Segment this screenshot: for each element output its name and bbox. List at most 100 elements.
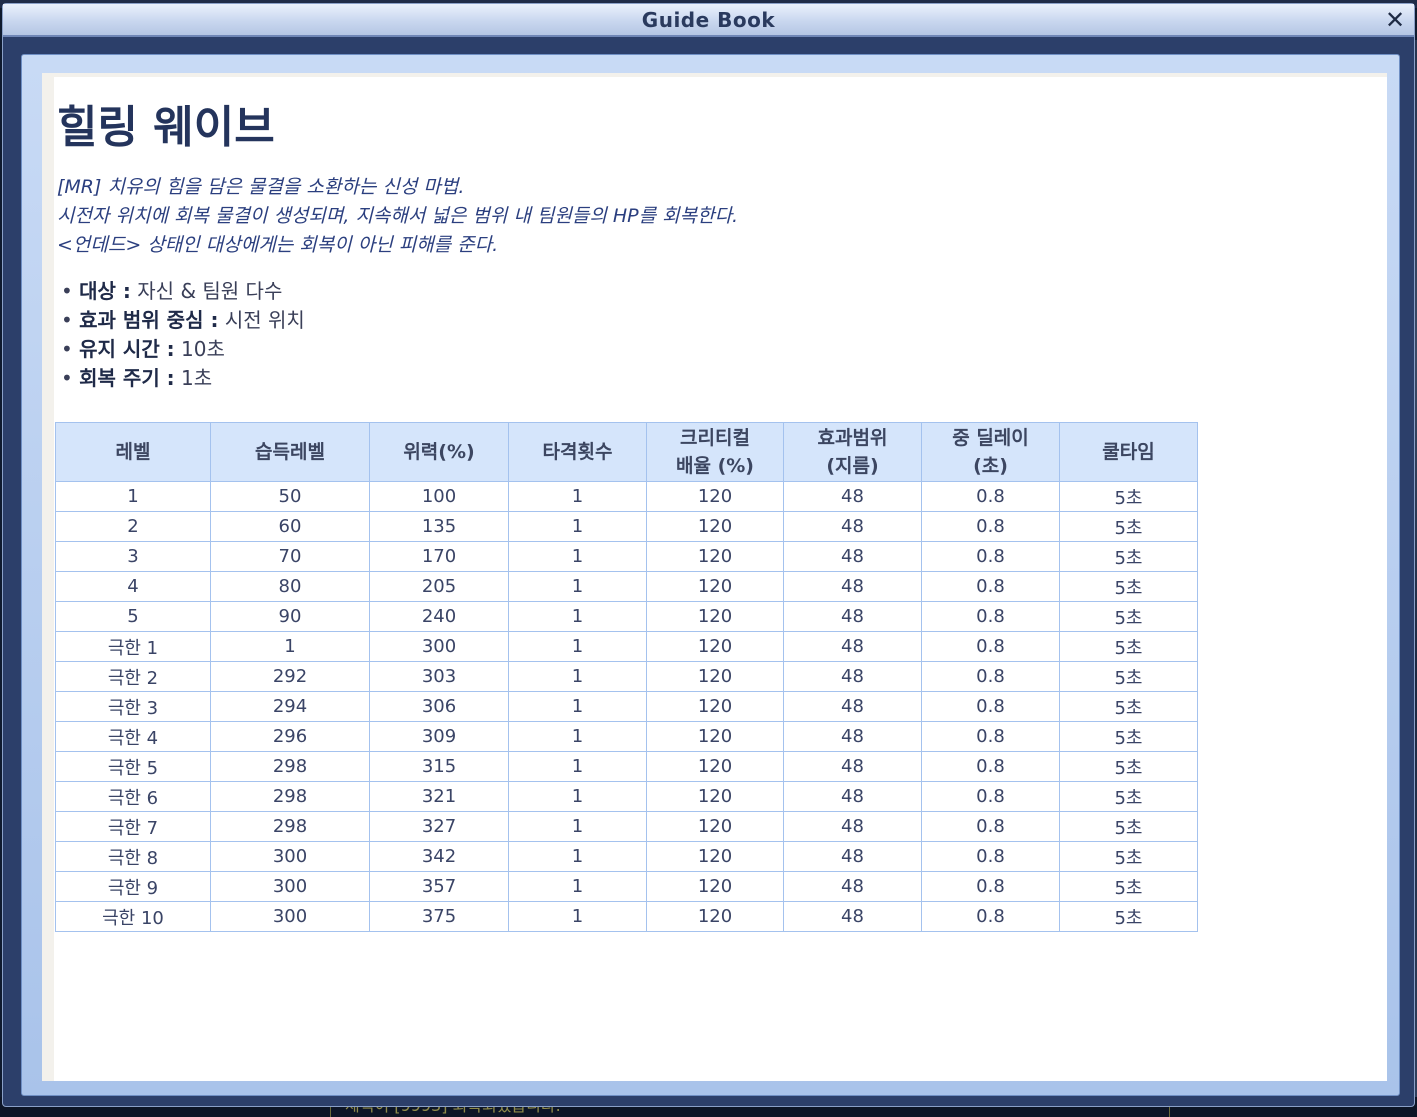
table-cell: 5초 xyxy=(1059,511,1198,542)
table-cell: 309 xyxy=(369,721,509,752)
table-cell: 1 xyxy=(508,901,647,932)
table-cell: 120 xyxy=(646,511,784,542)
table-cell: 1 xyxy=(508,631,647,662)
skill-level-table: 레벨 습득레벨 위력(%) 타격횟수 크리티컬 배율 (%) 효과범위 (지름) 중 딜레이 (초… xyxy=(55,422,1198,932)
table-cell: 극한 9 xyxy=(55,871,211,902)
table-cell: 극한 2 xyxy=(55,661,211,692)
table-cell: 327 xyxy=(369,811,509,842)
table-cell: 48 xyxy=(783,691,922,722)
window-title: Guide Book xyxy=(641,8,776,32)
table-cell: 0.8 xyxy=(921,481,1060,512)
info-key: 대상 : xyxy=(79,279,131,303)
column-header: 타격횟수 xyxy=(508,422,647,482)
table-cell: 48 xyxy=(783,481,922,512)
table-row: 1 50 100 1 120 48 0.8 5초 xyxy=(55,481,1198,512)
table-cell: 48 xyxy=(783,571,922,602)
table-cell: 1 xyxy=(508,511,647,542)
table-cell: 1 xyxy=(508,721,647,752)
table-cell: 극한 4 xyxy=(55,721,211,752)
table-cell: 1 xyxy=(55,481,211,512)
table-cell: 1 xyxy=(508,541,647,572)
table-cell: 48 xyxy=(783,781,922,812)
table-cell: 48 xyxy=(783,541,922,572)
table-cell: 48 xyxy=(783,511,922,542)
table-cell: 1 xyxy=(508,691,647,722)
info-item-interval: • 회복 주기 : 1초 xyxy=(61,366,213,390)
table-cell: 300 xyxy=(210,841,370,872)
table-cell: 50 xyxy=(210,481,370,512)
table-cell: 5초 xyxy=(1059,661,1198,692)
table-cell: 5초 xyxy=(1059,691,1198,722)
table-cell: 4 xyxy=(55,571,211,602)
table-cell: 120 xyxy=(646,631,784,662)
column-header-line: 쿨타임 xyxy=(1102,441,1155,463)
table-cell: 1 xyxy=(508,601,647,632)
table-cell: 120 xyxy=(646,571,784,602)
column-header: 효과범위 (지름) xyxy=(783,422,922,482)
table-cell: 5 xyxy=(55,601,211,632)
table-cell: 0.8 xyxy=(921,691,1060,722)
close-icon[interactable]: ✕ xyxy=(1382,6,1408,34)
info-key: 회복 주기 : xyxy=(79,366,175,390)
info-key: 효과 범위 중심 : xyxy=(79,308,219,332)
table-cell: 48 xyxy=(783,601,922,632)
table-cell: 296 xyxy=(210,721,370,752)
table-cell: 120 xyxy=(646,661,784,692)
column-header-line: 효과범위 xyxy=(817,427,888,449)
table-cell: 292 xyxy=(210,661,370,692)
table-cell: 1 xyxy=(508,781,647,812)
table-cell: 극한 3 xyxy=(55,691,211,722)
table-cell: 0.8 xyxy=(921,541,1060,572)
table-cell: 극한 10 xyxy=(55,901,211,932)
table-cell: 48 xyxy=(783,721,922,752)
table-cell: 극한 8 xyxy=(55,841,211,872)
column-header-line: 배율 (%) xyxy=(676,455,754,477)
info-item-duration: • 유지 시간 : 10초 xyxy=(61,337,225,361)
info-item-target: • 대상 : 자신 & 팀원 다수 xyxy=(61,279,283,303)
guide-content[interactable]: 힐링 웨이브 [MR] 치유의 힘을 담은 물결을 소환하는 신성 마법. 시전… xyxy=(42,73,1387,1081)
table-cell: 2 xyxy=(55,511,211,542)
table-cell: 0.8 xyxy=(921,661,1060,692)
table-cell: 0.8 xyxy=(921,841,1060,872)
table-row: 극한 10 300 375 1 120 48 0.8 5초 xyxy=(55,901,1198,932)
table-cell: 3 xyxy=(55,541,211,572)
table-row: 2 60 135 1 120 48 0.8 5초 xyxy=(55,511,1198,542)
table-cell: 5초 xyxy=(1059,721,1198,752)
column-header-line: 습득레벨 xyxy=(255,441,325,463)
table-cell: 5초 xyxy=(1059,811,1198,842)
table-cell: 70 xyxy=(210,541,370,572)
table-cell: 48 xyxy=(783,751,922,782)
table-cell: 294 xyxy=(210,691,370,722)
column-header-line: 위력(%) xyxy=(403,441,475,463)
table-cell: 300 xyxy=(210,871,370,902)
table-cell: 0.8 xyxy=(921,601,1060,632)
info-value: 자신 & 팀원 다수 xyxy=(137,279,283,303)
table-cell: 5초 xyxy=(1059,781,1198,812)
table-row: 극한 3 294 306 1 120 48 0.8 5초 xyxy=(55,691,1198,722)
table-cell: 120 xyxy=(646,721,784,752)
info-key: 유지 시간 : xyxy=(79,337,175,361)
table-cell: 48 xyxy=(783,631,922,662)
table-cell: 120 xyxy=(646,481,784,512)
table-row: 극한 2 292 303 1 120 48 0.8 5초 xyxy=(55,661,1198,692)
skill-info-list: • 대상 : 자신 & 팀원 다수 • 효과 범위 중심 : 시전 위치 • 유… xyxy=(61,277,305,393)
column-header-line: (초) xyxy=(973,455,1008,477)
table-cell: 120 xyxy=(646,871,784,902)
table-row: 3 70 170 1 120 48 0.8 5초 xyxy=(55,541,1198,572)
info-value: 1초 xyxy=(181,366,213,390)
table-cell: 342 xyxy=(369,841,509,872)
table-cell: 1 xyxy=(508,841,647,872)
table-cell: 80 xyxy=(210,571,370,602)
table-cell: 5초 xyxy=(1059,601,1198,632)
table-cell: 48 xyxy=(783,811,922,842)
table-cell: 298 xyxy=(210,751,370,782)
table-cell: 135 xyxy=(369,511,509,542)
skill-title: 힐링 웨이브 xyxy=(57,102,275,153)
content-frame: 힐링 웨이브 [MR] 치유의 힘을 담은 물결을 소환하는 신성 마법. 시전… xyxy=(21,54,1400,1096)
table-cell: 120 xyxy=(646,541,784,572)
table-cell: 48 xyxy=(783,871,922,902)
description-line: [MR] 치유의 힘을 담은 물결을 소환하는 신성 마법. xyxy=(57,176,465,198)
title-bar[interactable]: Guide Book ✕ xyxy=(3,4,1414,37)
table-row: 극한 6 298 321 1 120 48 0.8 5초 xyxy=(55,781,1198,812)
table-cell: 5초 xyxy=(1059,481,1198,512)
